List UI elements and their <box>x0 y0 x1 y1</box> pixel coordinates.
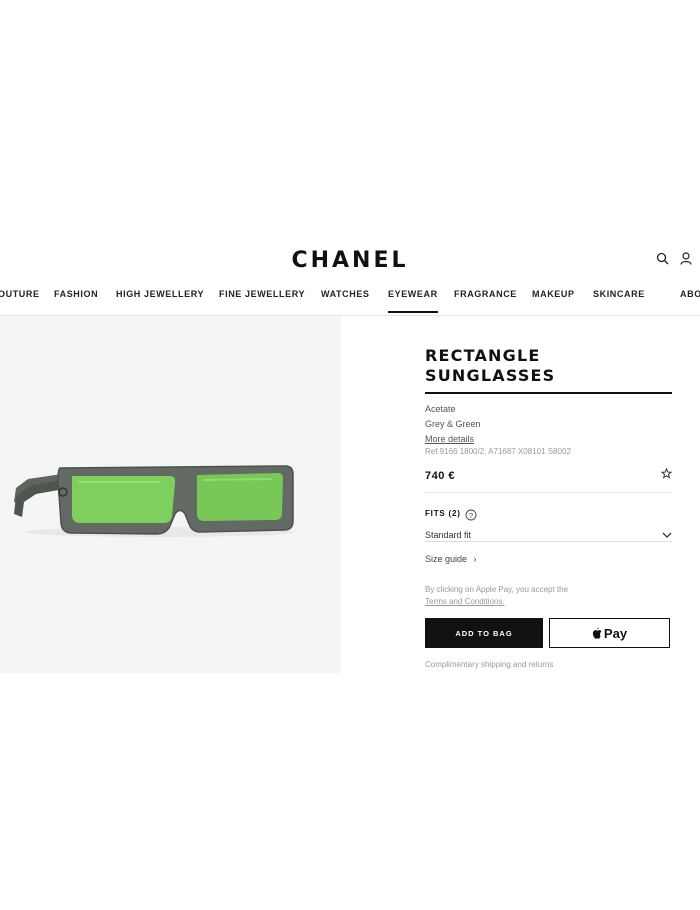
nav-item-watches[interactable]: WATCHES <box>321 289 370 299</box>
nav-item-skincare[interactable]: SKINCARE <box>593 289 645 299</box>
chevron-down-icon <box>662 526 672 544</box>
terms-link[interactable]: Terms and Conditions. <box>425 596 672 608</box>
shipping-note: Complimentary shipping and returns <box>425 660 554 669</box>
apple-pay-button[interactable]: Pay <box>549 618 670 648</box>
sunglasses-illustration <box>14 465 295 537</box>
nav-item-makeup[interactable]: MAKEUP <box>532 289 575 299</box>
wishlist-star-icon[interactable] <box>660 466 673 484</box>
chevron-right-icon: › <box>473 554 477 564</box>
nav-item-about[interactable]: ABO <box>680 289 700 299</box>
color-text: Grey & Green <box>425 419 481 429</box>
nav-item-haute-couture[interactable]: OUTURE <box>0 289 40 299</box>
fits-label: FITS (2) <box>425 509 461 518</box>
add-to-bag-button[interactable]: ADD TO BAG <box>425 618 543 648</box>
fit-select-value: Standard fit <box>425 530 472 540</box>
nav-item-eyewear[interactable]: EYEWEAR <box>388 289 438 313</box>
product-title-line1: RECTANGLE <box>425 346 541 365</box>
price-row: 740 € <box>425 466 673 493</box>
help-icon[interactable]: ? <box>465 508 477 526</box>
size-guide-label: Size guide <box>425 554 468 564</box>
apple-logo-icon <box>592 627 602 639</box>
main-nav: OUTURE FASHION HIGH JEWELLERY FINE JEWEL… <box>0 289 700 316</box>
product-title: RECTANGLE SUNGLASSES <box>425 346 672 394</box>
nav-item-high-jewellery[interactable]: HIGH JEWELLERY <box>116 289 204 299</box>
more-details-link[interactable]: More details <box>425 432 672 447</box>
brand-logo[interactable]: CHANEL <box>0 248 700 273</box>
material-text: Acetate <box>425 404 456 414</box>
price-value: 740 € <box>425 470 456 482</box>
size-guide-link[interactable]: Size guide › <box>425 554 672 564</box>
svg-text:?: ? <box>469 511 473 520</box>
reference-text: Ref.9166 1800/2, A71687 X08101 S8002 <box>425 447 571 456</box>
search-icon[interactable] <box>656 252 669 270</box>
product-title-line2: SUNGLASSES <box>425 366 556 385</box>
nav-item-fine-jewellery[interactable]: FINE JEWELLERY <box>219 289 305 299</box>
applepay-note: By clicking on Apple Pay, you accept the <box>425 585 569 594</box>
product-image[interactable] <box>0 316 341 673</box>
nav-item-fragrance[interactable]: FRAGRANCE <box>454 289 517 299</box>
account-icon[interactable] <box>680 252 692 270</box>
product-details-panel: RECTANGLE SUNGLASSES Acetate Grey & Gree… <box>425 346 673 669</box>
apple-pay-label: Pay <box>603 625 628 641</box>
nav-item-fashion[interactable]: FASHION <box>54 289 98 299</box>
fit-select[interactable]: Standard fit <box>425 525 672 542</box>
